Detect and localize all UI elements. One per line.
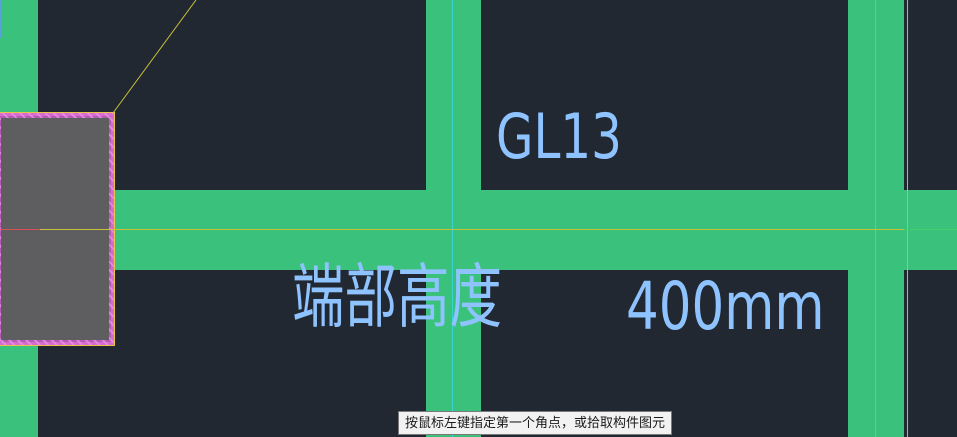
beam-name-label: GL13	[496, 100, 622, 173]
horizontal-guide-green	[904, 229, 957, 230]
vertical-guide-orange	[907, 0, 908, 437]
beam-middle-vertical[interactable]	[426, 0, 481, 437]
end-height-label: 端部高度	[292, 256, 502, 338]
horizontal-guide-red	[0, 229, 40, 230]
cad-viewport[interactable]: GL13 端部高度 400mm 按鼠标左键指定第一个角点，或拾取构件图元	[0, 0, 957, 437]
edge-marker	[0, 0, 2, 38]
vertical-guide-cyan	[452, 0, 453, 437]
end-height-value: 400mm	[626, 268, 825, 345]
command-tooltip: 按鼠标左键指定第一个角点，或拾取构件图元	[398, 411, 673, 435]
vertical-guide-cyan-right	[875, 0, 876, 437]
beam-right-vertical[interactable]	[848, 0, 904, 437]
horizontal-guide-yellow	[0, 229, 957, 230]
